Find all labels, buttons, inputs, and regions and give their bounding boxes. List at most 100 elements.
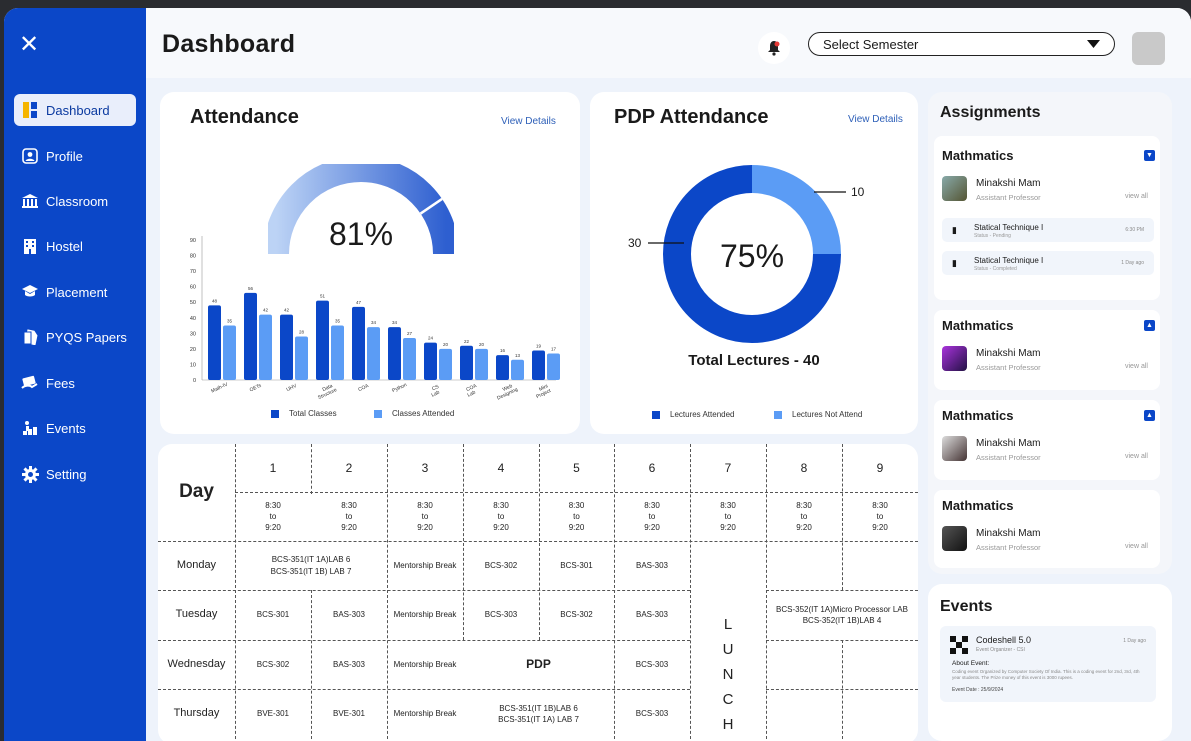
bar-value-label: 42 [284,308,290,313]
timetable-cell[interactable]: BCS-351(IT 1B)LAB 6 BCS-351(IT 1A) LAB 7 [463,689,614,739]
event-name: Codeshell 5.0 [976,635,1032,645]
event-logo-icon [950,636,968,654]
chevron-up-icon[interactable]: ▲ [1144,320,1155,331]
sidebar-item-setting[interactable]: Setting [14,458,136,490]
timetable-cell[interactable]: BCS-352(IT 1A)Micro Processor LAB BCS-352… [766,590,918,640]
view-all-link[interactable]: view all [1125,453,1148,460]
timetable-cell[interactable]: BCS-302 [235,640,311,689]
task-item[interactable]: ▮ Statical Technique I Status - Completed 1… [942,251,1154,275]
teacher-name: Minakshi Mam [976,438,1041,449]
period-number: 7 [724,460,732,475]
events-title: Events [940,598,993,615]
teacher-role: Assistant Professor [976,363,1041,372]
timetable-cell[interactable]: BCS-303 [614,640,690,689]
timetable-cell[interactable]: BCS-302 [463,541,539,590]
teacher-avatar [942,526,967,551]
timetable-cell[interactable]: BCS-351(IT 1A)LAB 6 BCS-351(IT 1B) LAB 7 [235,541,387,590]
assignment-card[interactable]: Mathmatics Minakshi Mam Assistant Profes… [934,490,1160,568]
period-number: 8 [800,460,808,475]
timetable-cell[interactable]: BVE-301 [311,689,387,739]
timetable-cell[interactable]: BVE-301 [235,689,311,739]
assignment-card[interactable]: Mathmatics ▲ Minakshi Mam Assistant Prof… [934,400,1160,480]
pdp-attendance-card: PDP Attendance View Details 75% 30 10 To… [590,92,918,434]
event-date: Event Date : 25/9/2024 [952,687,1004,693]
timetable-cell[interactable]: BAS-303 [614,590,690,640]
bar [511,359,524,380]
bar-value-label: 22 [464,339,470,344]
day-wednesday: Wednesday [167,657,226,670]
attendance-card: Attendance View Details 81% 0 10 20 30 40 50 6… [160,92,580,434]
timetable-cell[interactable]: Mentorship Break [387,541,463,590]
timetable-cell[interactable]: BCS-303 [614,689,690,739]
view-all-link[interactable]: view all [1125,543,1148,550]
y-tick-label: 30 [190,331,196,337]
sidebar-item-fees[interactable]: Fees [14,367,136,399]
timetable-cell[interactable]: BCS-301 [235,590,311,640]
event-time: 1 Day ago [1123,638,1146,644]
event-item[interactable]: Codeshell 5.0 Event Organizer - CSI 1 Da… [940,626,1156,702]
timetable-cell[interactable]: Mentorship Break [387,689,463,739]
timetable-cell[interactable]: BCS-303 [463,590,539,640]
notification-bell-icon[interactable] [758,32,790,64]
bar [352,306,365,380]
assignment-card[interactable]: Mathmatics ▼ Minakshi Mam Assistant Prof… [934,136,1160,300]
period-number: 1 [269,460,277,475]
placement-icon [20,282,40,302]
period-time: 8:30 to 9:20 [568,500,585,533]
period-number: 2 [345,460,353,475]
dashboard-icon [20,100,40,120]
timetable-day-header: Day [179,481,214,503]
sidebar-item-events[interactable]: Events [14,412,136,444]
teacher-avatar [942,176,967,201]
semester-select[interactable]: Select Semester [808,32,1115,56]
y-tick-label: 10 [190,362,196,368]
sidebar-item-label: Profile [46,148,83,164]
timetable-cell[interactable]: Mentorship Break [387,590,463,640]
pdp-callout-attended: 30 [628,236,642,250]
period-time: 8:30 to 9:20 [417,500,433,533]
x-tick-label: OETs [249,383,263,394]
bar [316,300,329,380]
bar [331,325,344,380]
chevron-up-icon[interactable]: ▲ [1144,410,1155,421]
document-icon: ▮ [952,258,957,268]
bar [223,325,236,380]
bar-value-label: 47 [356,300,362,305]
attendance-view-details-link[interactable]: View Details [501,116,556,127]
timetable-cell[interactable]: BCS-302 [539,590,614,640]
timetable-cell[interactable]: BAS-303 [614,541,690,590]
view-all-link[interactable]: view all [1125,193,1148,200]
period-time: 8:30 to 9:20 [341,500,357,533]
sidebar-item-dashboard[interactable]: Dashboard [14,94,136,126]
bar [424,342,437,380]
timetable-cell[interactable]: BAS-303 [311,590,387,640]
x-tick-label: Math-IV [210,381,229,394]
attendance-title: Attendance [190,106,299,128]
bar-value-label: 51 [320,294,326,299]
y-tick-label: 0 [193,378,196,384]
bar-value-label: 27 [407,331,413,336]
task-item[interactable]: ▮ Statical Technique I Status - Pending 6:3… [942,218,1154,242]
timetable-cell[interactable]: Mentorship Break [387,640,463,689]
bar-value-label: 19 [536,343,542,348]
sidebar-item-placement[interactable]: Placement [14,276,136,308]
timetable-cell[interactable]: PDP [463,640,614,689]
bar-value-label: 28 [299,329,305,334]
sidebar-item-profile[interactable]: Profile [14,140,136,172]
timetable-cell[interactable]: BCS-301 [539,541,614,590]
view-all-link[interactable]: view all [1125,363,1148,370]
teacher-name: Minakshi Mam [976,178,1041,189]
sidebar-item-label: Dashboard [46,102,110,118]
bar-value-label: 20 [443,342,449,347]
timetable-cell[interactable]: BAS-303 [311,640,387,689]
assignment-card[interactable]: Mathmatics ▲ Minakshi Mam Assistant Prof… [934,310,1160,390]
bar-value-label: 17 [551,347,557,352]
user-avatar[interactable] [1132,32,1165,65]
period-number: 9 [876,460,884,475]
close-icon[interactable]: ✕ [18,33,40,57]
sidebar-item-pyqs-papers[interactable]: PYQS Papers [14,321,136,353]
bar [496,355,509,380]
sidebar-item-classroom[interactable]: Classroom [14,185,136,217]
chevron-down-icon[interactable]: ▼ [1144,150,1155,161]
sidebar-item-hostel[interactable]: Hostel [14,230,136,262]
